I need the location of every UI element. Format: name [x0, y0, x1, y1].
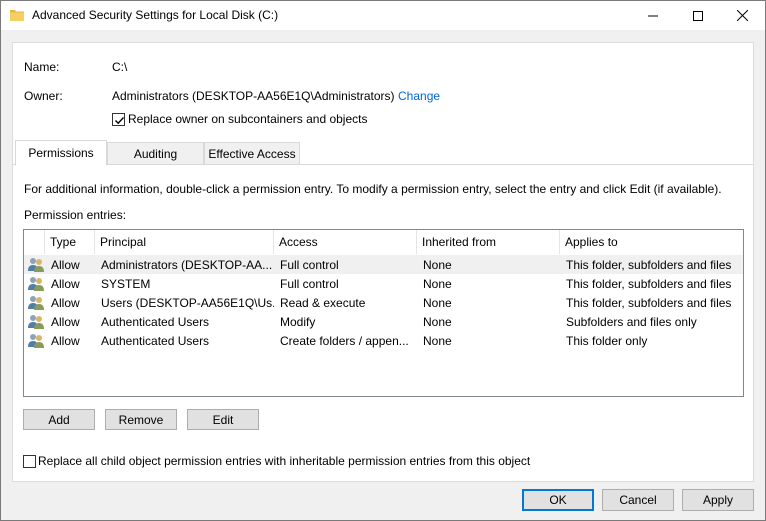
table-row[interactable]: Allow SYSTEM Full control None This fold… [24, 274, 743, 293]
advanced-security-window: Advanced Security Settings for Local Dis… [0, 0, 766, 521]
row-principal: Administrators (DESKTOP-AA... [101, 257, 273, 272]
users-icon [28, 276, 44, 291]
replace-owner-checkbox[interactable] [112, 113, 125, 126]
row-inherited-from: None [423, 257, 452, 272]
users-icon [28, 314, 44, 329]
close-icon [737, 10, 748, 21]
table-row[interactable]: Allow Users (DESKTOP-AA56E1Q\Us... Read … [24, 293, 743, 312]
row-type: Allow [51, 257, 80, 272]
row-principal: Users (DESKTOP-AA56E1Q\Us... [101, 295, 274, 310]
close-button[interactable] [720, 1, 765, 30]
row-type: Allow [51, 314, 80, 329]
dialog-content: Name: C:\ Owner: Administrators (DESKTOP… [12, 42, 754, 482]
maximize-icon [692, 10, 703, 21]
minimize-button[interactable] [630, 1, 675, 30]
change-owner-link[interactable]: Change [398, 89, 440, 103]
users-icon [28, 295, 44, 310]
edit-button[interactable]: Edit [187, 409, 259, 430]
row-inherited-from: None [423, 295, 452, 310]
folder-icon [10, 9, 24, 21]
table-row[interactable]: Allow Administrators (DESKTOP-AA... Full… [24, 255, 743, 274]
minimize-icon [647, 15, 658, 16]
window-title: Advanced Security Settings for Local Dis… [32, 8, 279, 22]
row-inherited-from: None [423, 333, 452, 348]
tab-auditing[interactable]: Auditing [107, 142, 204, 165]
tab-permissions[interactable]: Permissions [15, 140, 107, 166]
table-row[interactable]: Allow Authenticated Users Modify None Su… [24, 312, 743, 331]
replace-owner-label[interactable]: Replace owner on subcontainers and objec… [128, 112, 367, 126]
tab-effective-access[interactable]: Effective Access [204, 142, 300, 165]
users-icon [28, 257, 44, 272]
row-inherited-from: None [423, 276, 452, 291]
remove-button[interactable]: Remove [105, 409, 177, 430]
table-row[interactable]: Allow Authenticated Users Create folders… [24, 331, 743, 350]
cancel-button[interactable]: Cancel [602, 489, 674, 511]
row-type: Allow [51, 333, 80, 348]
permission-entries-label: Permission entries: [24, 208, 127, 222]
list-header: Type Principal Access Inherited from App… [24, 230, 743, 254]
column-header-access[interactable]: Access [274, 230, 417, 254]
maximize-button[interactable] [675, 1, 720, 30]
row-applies-to: This folder only [566, 333, 648, 348]
name-label: Name: [24, 60, 60, 74]
row-type: Allow [51, 276, 80, 291]
row-principal: Authenticated Users [101, 314, 210, 329]
owner-value: Administrators (DESKTOP-AA56E1Q\Administ… [112, 89, 395, 103]
replace-child-permissions-label[interactable]: Replace all child object permission entr… [38, 454, 530, 468]
row-applies-to: Subfolders and files only [566, 314, 697, 329]
owner-label: Owner: [24, 89, 63, 103]
permission-entries-list[interactable]: Type Principal Access Inherited from App… [23, 229, 744, 397]
row-type: Allow [51, 295, 80, 310]
name-value: C:\ [112, 60, 128, 74]
row-applies-to: This folder, subfolders and files [566, 295, 732, 310]
replace-child-permissions-checkbox[interactable] [23, 455, 36, 468]
column-header-icon[interactable] [24, 230, 45, 254]
title-bar[interactable]: Advanced Security Settings for Local Dis… [1, 1, 765, 30]
column-header-type[interactable]: Type [45, 230, 95, 254]
row-access: Modify [280, 314, 316, 329]
column-header-inherited-from[interactable]: Inherited from [417, 230, 560, 254]
apply-button[interactable]: Apply [682, 489, 754, 511]
row-access: Create folders / appen... [280, 333, 409, 348]
row-access: Read & execute [280, 295, 366, 310]
row-access: Full control [280, 276, 339, 291]
row-principal: SYSTEM [101, 276, 151, 291]
column-header-principal[interactable]: Principal [95, 230, 274, 254]
row-applies-to: This folder, subfolders and files [566, 257, 732, 272]
users-icon [28, 333, 44, 348]
column-header-applies-to[interactable]: Applies to [560, 230, 743, 254]
checkmark-icon [115, 117, 125, 125]
ok-button[interactable]: OK [522, 489, 594, 511]
row-applies-to: This folder, subfolders and files [566, 276, 732, 291]
row-access: Full control [280, 257, 339, 272]
permissions-info-text: For additional information, double-click… [24, 182, 722, 196]
row-principal: Authenticated Users [101, 333, 210, 348]
row-inherited-from: None [423, 314, 452, 329]
add-button[interactable]: Add [23, 409, 95, 430]
